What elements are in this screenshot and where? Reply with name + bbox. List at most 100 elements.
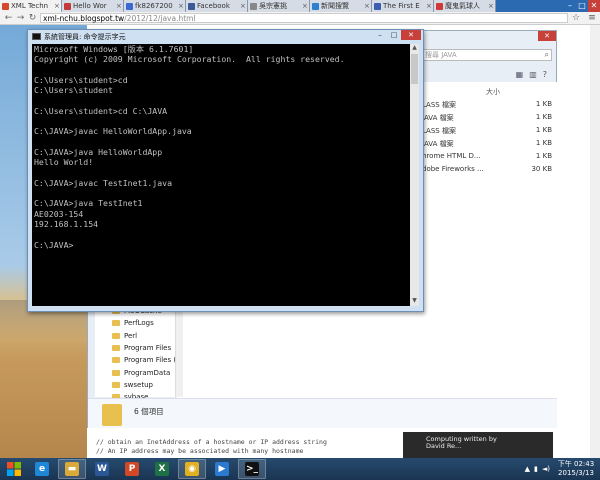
taskbar-app[interactable]: >_ (238, 459, 266, 479)
file-size: 1 KB (535, 113, 552, 121)
tree-item[interactable]: swsetup (95, 379, 181, 391)
browser-tab[interactable]: XML Techn × (0, 0, 62, 12)
tab-favicon (126, 2, 133, 10)
browser-tab[interactable]: The First E × (372, 0, 434, 12)
browser-tab[interactable]: fk8267200 × (124, 0, 186, 12)
cmd-scrollbar[interactable]: ▲ ▼ (410, 44, 419, 306)
view-options-icon[interactable]: ▦ (516, 70, 524, 80)
taskbar-app[interactable]: ◉ (178, 459, 206, 479)
folder-icon (112, 381, 120, 388)
tab-close-icon[interactable]: × (116, 2, 123, 10)
scroll-thumb[interactable] (411, 54, 418, 84)
windows-logo-icon (7, 462, 21, 476)
tab-close-icon[interactable]: × (178, 2, 185, 10)
console-line: Hello World! (34, 157, 94, 168)
tab-close-icon[interactable]: × (54, 2, 61, 10)
folder-tree: MSOCachePerfLogsPerlProgram FilesProgram… (95, 305, 181, 401)
tree-item-label: Perl (124, 331, 138, 340)
code-line: // obtain an InetAddress of a hostname o… (96, 438, 327, 446)
chrome-icon: ◉ (185, 462, 199, 476)
file-row[interactable]: LASS 檔案 1 KB (422, 126, 552, 139)
file-row[interactable]: LASS 檔案 1 KB (422, 100, 552, 113)
reload-icon[interactable]: ↻ (28, 13, 37, 23)
page-scrollbar[interactable] (590, 25, 600, 458)
browser-window-controls: – □ ✕ (564, 0, 600, 12)
file-row[interactable]: dobe Fireworks ... 30 KB (422, 165, 552, 178)
star-icon[interactable]: ☆ (571, 13, 581, 23)
tree-scrollbar[interactable] (175, 305, 183, 397)
minimize-icon[interactable]: – (564, 0, 576, 12)
clock-date: 2015/3/13 (558, 469, 594, 477)
cmd-title: 系統管理員: 命令提示字元 (44, 32, 126, 41)
file-size: 1 KB (535, 152, 552, 160)
taskbar-app[interactable]: ▶ (208, 459, 236, 479)
file-list: LASS 檔案 1 KB JAVA 檔案 1 KB LASS 檔案 1 KB JAVA 檔案… (422, 100, 552, 178)
tab-close-icon[interactable]: × (426, 2, 433, 10)
taskbar-app[interactable]: ▬ (58, 459, 86, 479)
file-size: 30 KB (531, 165, 552, 173)
url-host: xml-nchu.blogspot.tw (43, 14, 125, 23)
browser-tab[interactable]: Facebook × (186, 0, 248, 12)
preview-pane-icon[interactable]: ▥ (529, 70, 537, 80)
volume-icon[interactable]: ◄) (542, 465, 550, 473)
address-bar: ← → ↻ xml-nchu.blogspot.tw/2012/12/java.… (0, 12, 600, 25)
tab-close-icon[interactable]: × (488, 2, 495, 10)
clock[interactable]: 下午 02:43 2015/3/13 (554, 460, 598, 478)
tree-item[interactable]: Perl (95, 330, 181, 342)
taskbar-app[interactable]: X (148, 459, 176, 479)
close-icon[interactable]: ✕ (401, 30, 421, 40)
url-input[interactable]: xml-nchu.blogspot.tw/2012/12/java.html (40, 13, 568, 23)
minimize-icon[interactable]: – (373, 30, 387, 40)
taskbar-app[interactable]: P (118, 459, 146, 479)
console-line: C:\JAVA>javac HelloWorldApp.java (34, 126, 192, 137)
menu-icon[interactable]: ≡ (587, 13, 597, 23)
media-icon: ▶ (215, 462, 229, 476)
tab-label: fk8267200 (135, 2, 173, 10)
search-input[interactable]: 搜尋 JAVA ⌕ (421, 49, 552, 61)
file-row[interactable]: hrome HTML D... 1 KB (422, 152, 552, 165)
maximize-icon[interactable]: □ (387, 30, 401, 40)
forward-icon[interactable]: → (16, 13, 25, 23)
file-row[interactable]: JAVA 檔案 1 KB (422, 113, 552, 126)
browser-tab[interactable]: 魔鬼氣球人 × (434, 0, 496, 12)
file-row[interactable]: JAVA 檔案 1 KB (422, 139, 552, 152)
network-icon[interactable]: ▮ (534, 465, 538, 473)
tree-item[interactable]: Program Files (95, 342, 181, 354)
search-placeholder: 搜尋 JAVA (425, 51, 457, 59)
taskbar-app[interactable]: W (88, 459, 116, 479)
cmd-icon: >_ (245, 462, 259, 476)
file-size: 1 KB (535, 126, 552, 134)
file-type: hrome HTML D... (422, 152, 481, 160)
tab-strip: XML Techn × Hello Wor × fk8267200 × Facebook × 吳… (0, 0, 600, 12)
scroll-down-icon[interactable]: ▼ (410, 297, 419, 306)
maximize-icon[interactable]: □ (576, 0, 588, 12)
tab-label: 吳宗憲挑 (259, 2, 287, 10)
tree-item[interactable]: ProgramData (95, 366, 181, 378)
browser-tab[interactable]: 新聞搜覽 × (310, 0, 372, 12)
browser-tab[interactable]: 吳宗憲挑 × (248, 0, 310, 12)
scroll-up-icon[interactable]: ▲ (410, 44, 419, 53)
back-icon[interactable]: ← (4, 13, 13, 23)
console-line: Microsoft Windows [版本 6.1.7601] (34, 44, 194, 54)
browser-tab[interactable]: Hello Wor × (62, 0, 124, 12)
close-icon[interactable]: ✕ (538, 31, 556, 41)
search-icon: ⌕ (544, 50, 549, 59)
tab-close-icon[interactable]: × (302, 2, 309, 10)
close-icon[interactable]: ✕ (588, 0, 600, 12)
start-button[interactable] (0, 458, 28, 480)
tab-label: 魔鬼氣球人 (445, 2, 480, 10)
console-line: 192.168.1.154 (34, 219, 99, 230)
size-column-header[interactable]: 大小 (486, 87, 500, 97)
tab-close-icon[interactable]: × (240, 2, 247, 10)
tree-item[interactable]: Program Files ( (95, 354, 181, 366)
help-icon[interactable]: ? (543, 70, 547, 80)
tree-item[interactable]: PerfLogs (95, 317, 181, 329)
tray-arrow-icon[interactable]: ▲ (525, 465, 530, 473)
console-line: Copyright (c) 2009 Microsoft Corporation… (34, 54, 345, 65)
taskbar-app[interactable]: e (28, 459, 56, 479)
console-output[interactable]: Microsoft Windows [版本 6.1.7601] Copyright… (32, 44, 410, 306)
console-line: C:\Users\student (34, 85, 113, 96)
tab-close-icon[interactable]: × (364, 2, 371, 10)
cmd-titlebar[interactable]: 系統管理員: 命令提示字元 – □ ✕ (28, 30, 423, 43)
